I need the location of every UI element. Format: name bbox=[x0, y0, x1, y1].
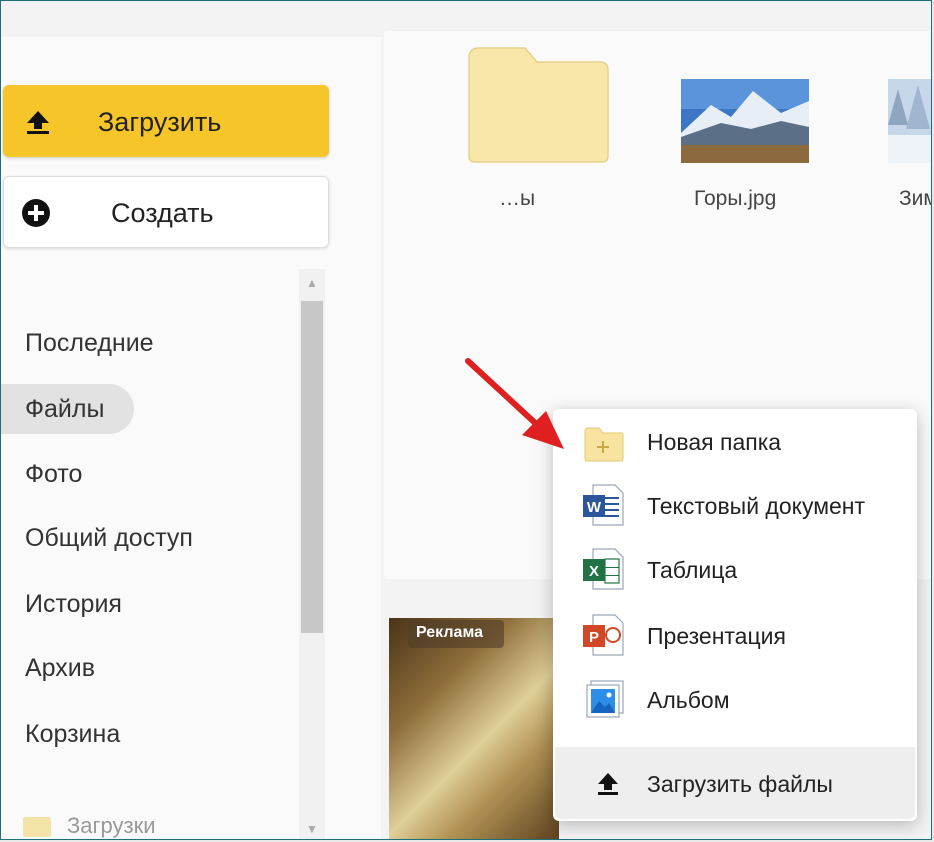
menu-item-label: Таблица bbox=[647, 557, 738, 583]
menu-item-new-folder[interactable]: Новая папка bbox=[553, 411, 917, 471]
svg-text:P: P bbox=[589, 629, 599, 646]
nav-item-photo[interactable]: Фото bbox=[25, 460, 82, 489]
upload-icon bbox=[598, 773, 618, 795]
upload-button[interactable]: Загрузить bbox=[3, 85, 329, 157]
ad-badge-label: Реклама bbox=[416, 624, 483, 641]
album-icon bbox=[586, 680, 624, 718]
ad-badge: Реклама bbox=[408, 620, 504, 648]
file-name[interactable]: Горы.jpg bbox=[694, 187, 776, 211]
nav-item-archive[interactable]: Архив bbox=[25, 654, 95, 683]
excel-spreadsheet-icon: X bbox=[583, 548, 624, 590]
svg-text:X: X bbox=[589, 563, 599, 580]
file-name[interactable]: Зим bbox=[899, 187, 931, 211]
word-document-icon: W bbox=[583, 484, 624, 526]
menu-item-spreadsheet[interactable]: X Таблица bbox=[553, 539, 917, 599]
menu-item-label: Новая папка bbox=[647, 429, 782, 455]
red-arrow-annotation bbox=[465, 358, 564, 449]
menu-item-album[interactable]: Альбом bbox=[553, 669, 917, 729]
nav-item-recent[interactable]: Последние bbox=[25, 329, 154, 358]
create-button-label: Создать bbox=[111, 198, 214, 228]
file-name[interactable]: …ы bbox=[499, 187, 535, 211]
upload-icon bbox=[27, 111, 49, 134]
upload-files-label: Загрузить файлы bbox=[647, 771, 833, 797]
menu-item-label: Презентация bbox=[647, 623, 786, 649]
create-button[interactable]: Создать bbox=[3, 176, 329, 248]
folder-icon[interactable] bbox=[467, 46, 610, 164]
winter-image-thumbnail[interactable] bbox=[888, 79, 932, 163]
mountain-image-thumbnail[interactable] bbox=[681, 79, 809, 163]
svg-text:W: W bbox=[587, 499, 602, 516]
new-folder-icon bbox=[584, 427, 624, 462]
upload-button-label: Загрузить bbox=[98, 107, 222, 137]
plus-circle-icon bbox=[22, 199, 50, 227]
nav-item-history[interactable]: История bbox=[25, 590, 122, 619]
upload-files-button[interactable]: Загрузить файлы bbox=[555, 747, 915, 819]
folder-downloads-label: Загрузки bbox=[67, 813, 156, 838]
menu-item-label: Текстовый документ bbox=[647, 493, 866, 519]
scrollbar-thumb[interactable] bbox=[301, 301, 323, 633]
scroll-up-icon[interactable]: ▲ bbox=[299, 273, 325, 293]
nav-item-trash[interactable]: Корзина bbox=[25, 720, 120, 749]
scroll-down-icon[interactable]: ▼ bbox=[299, 819, 325, 839]
powerpoint-presentation-icon: P bbox=[583, 614, 624, 656]
nav-item-files[interactable]: Файлы bbox=[25, 395, 104, 424]
app-window: Загрузить Создать Последние Файлы Фото О… bbox=[0, 0, 932, 840]
nav-item-shared[interactable]: Общий доступ bbox=[25, 524, 193, 553]
advertisement-image[interactable] bbox=[389, 618, 559, 839]
menu-item-presentation[interactable]: P Презентация bbox=[553, 605, 917, 665]
menu-item-label: Альбом bbox=[647, 687, 730, 713]
folder-icon bbox=[23, 817, 51, 837]
menu-item-text-document[interactable]: W Текстовый документ bbox=[553, 475, 917, 535]
